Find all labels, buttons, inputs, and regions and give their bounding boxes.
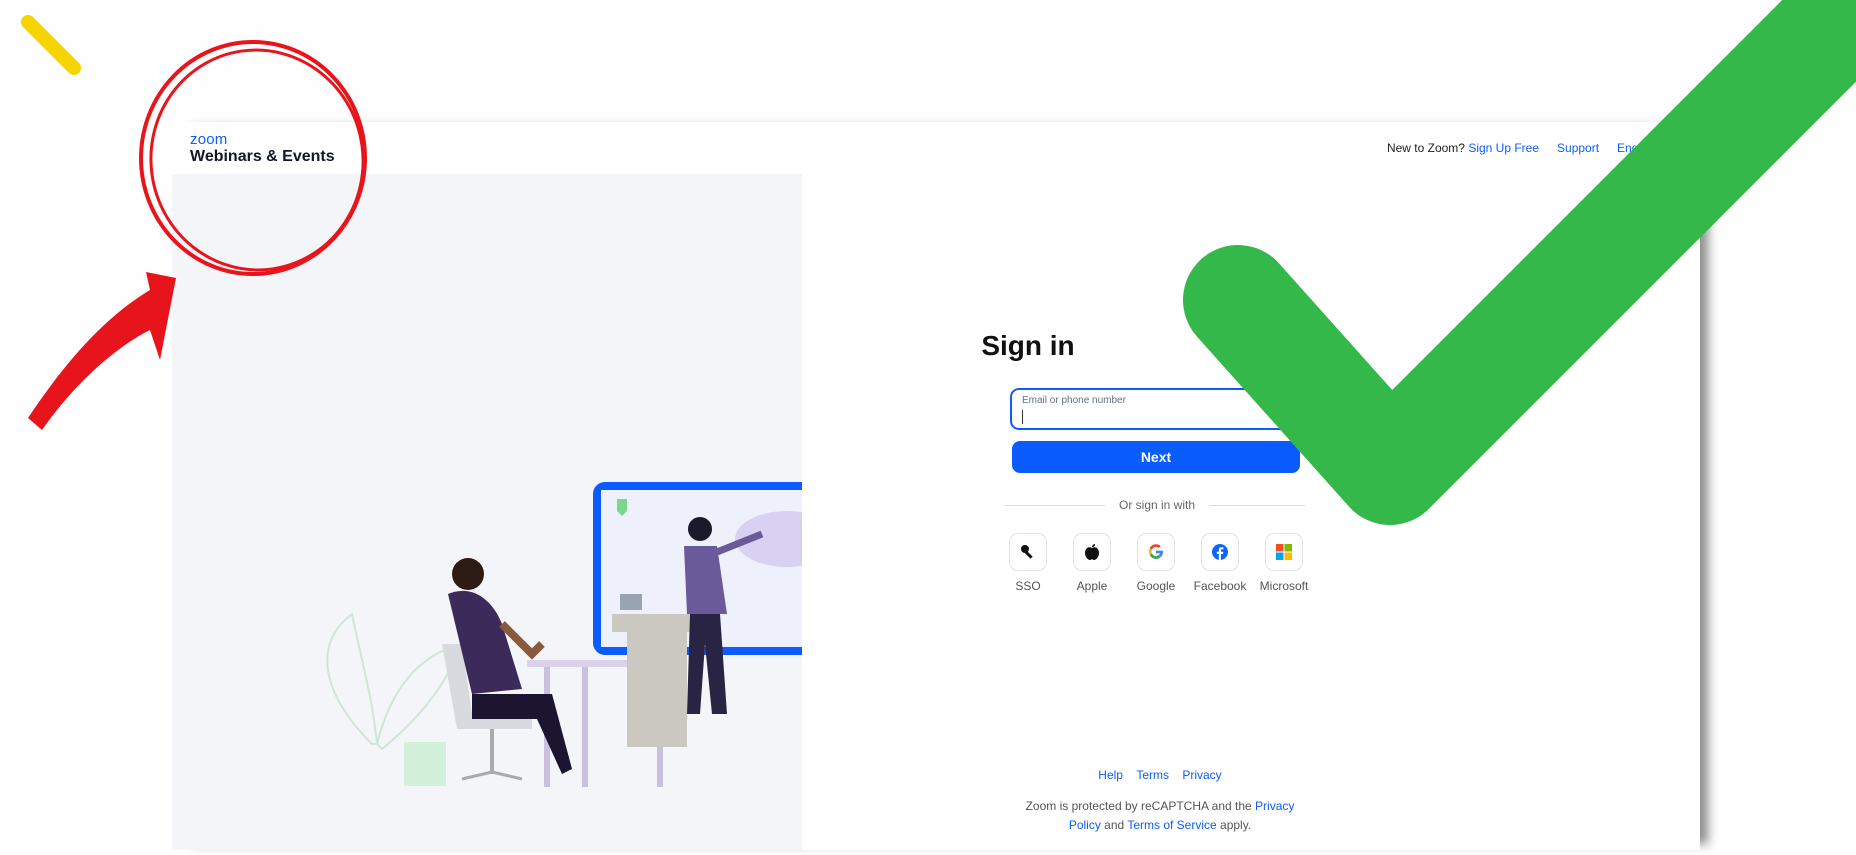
support-link[interactable]: Support — [1557, 141, 1599, 155]
red-arrow-annotation — [28, 272, 176, 430]
google-label: Google — [1136, 579, 1176, 593]
google-icon — [1149, 544, 1163, 559]
new-to-zoom: New to Zoom? Sign Up Free — [1387, 141, 1539, 155]
key-icon — [1021, 545, 1033, 559]
next-button[interactable]: Next — [1012, 441, 1300, 473]
terms-of-service-link[interactable]: Terms of Service — [1127, 818, 1216, 832]
apple-icon-box — [1073, 533, 1111, 571]
google-icon-box — [1137, 533, 1175, 571]
page-title: Sign in — [981, 330, 1075, 361]
zoom-logo[interactable]: zoom Webinars & Events — [190, 132, 335, 165]
apple-signin-button[interactable]: Apple — [1062, 533, 1122, 593]
facebook-signin-button[interactable]: Facebook — [1190, 533, 1250, 593]
sign-up-free-link[interactable]: Sign Up Free — [1468, 141, 1539, 155]
google-signin-button[interactable]: Google — [1126, 533, 1186, 593]
sso-icon-box — [1009, 533, 1047, 571]
divider-line-left — [1005, 505, 1105, 506]
webinar-illustration — [326, 482, 846, 787]
email-placeholder: Email or phone number — [1022, 395, 1126, 406]
microsoft-signin-button[interactable]: Microsoft — [1254, 533, 1314, 593]
form-panel — [802, 174, 1700, 850]
divider-line-right — [1209, 505, 1305, 506]
terms-link[interactable]: Terms — [1136, 768, 1169, 782]
facebook-icon — [1212, 544, 1228, 560]
language-selector[interactable]: English ⌵ — [1617, 141, 1670, 155]
microsoft-icon-box — [1265, 533, 1303, 571]
privacy-link[interactable]: Privacy — [1182, 768, 1221, 782]
zoom-signin-page: zoom Webinars & Events New to Zoom? Sign… — [172, 122, 1700, 850]
top-nav: New to Zoom? Sign Up Free Support Englis… — [1387, 141, 1670, 155]
top-bar: zoom Webinars & Events New to Zoom? Sign… — [172, 122, 1700, 175]
captcha-text: Zoom is protected by reCAPTCHA and the — [1025, 799, 1252, 813]
yellow-marker-stroke — [21, 15, 81, 75]
plant-icon — [326, 612, 464, 786]
language-label: English — [1617, 141, 1657, 155]
captcha-and: and — [1104, 818, 1125, 832]
facebook-label: Facebook — [1193, 579, 1247, 593]
email-field[interactable]: Email or phone number — [1010, 388, 1310, 430]
chevron-down-icon: ⌵ — [1662, 142, 1670, 154]
facebook-icon-box — [1201, 533, 1239, 571]
microsoft-icon — [1276, 544, 1292, 560]
logo-wordmark: zoom — [190, 131, 228, 148]
text-caret — [1022, 410, 1023, 424]
apple-icon — [1085, 544, 1099, 560]
or-divider: Or sign in with — [1005, 498, 1305, 512]
sso-label: SSO — [1015, 579, 1041, 593]
recaptcha-notice: Zoom is protected by reCAPTCHA and the P… — [1010, 797, 1310, 835]
product-name: Webinars & Events — [190, 148, 335, 165]
captcha-apply: apply. — [1220, 818, 1252, 832]
apple-label: Apple — [1076, 579, 1108, 593]
illustration-panel — [172, 174, 846, 850]
new-to-zoom-text: New to Zoom? — [1386, 141, 1465, 155]
help-link[interactable]: Help — [1098, 768, 1123, 782]
or-sign-in-with: Or sign in with — [1105, 498, 1209, 512]
footer-links: Help Terms Privacy — [1080, 768, 1240, 782]
microsoft-label: Microsoft — [1259, 579, 1309, 593]
sso-button[interactable]: SSO — [998, 533, 1058, 593]
screenshot-canvas: zoom Webinars & Events New to Zoom? Sign… — [0, 0, 1856, 850]
